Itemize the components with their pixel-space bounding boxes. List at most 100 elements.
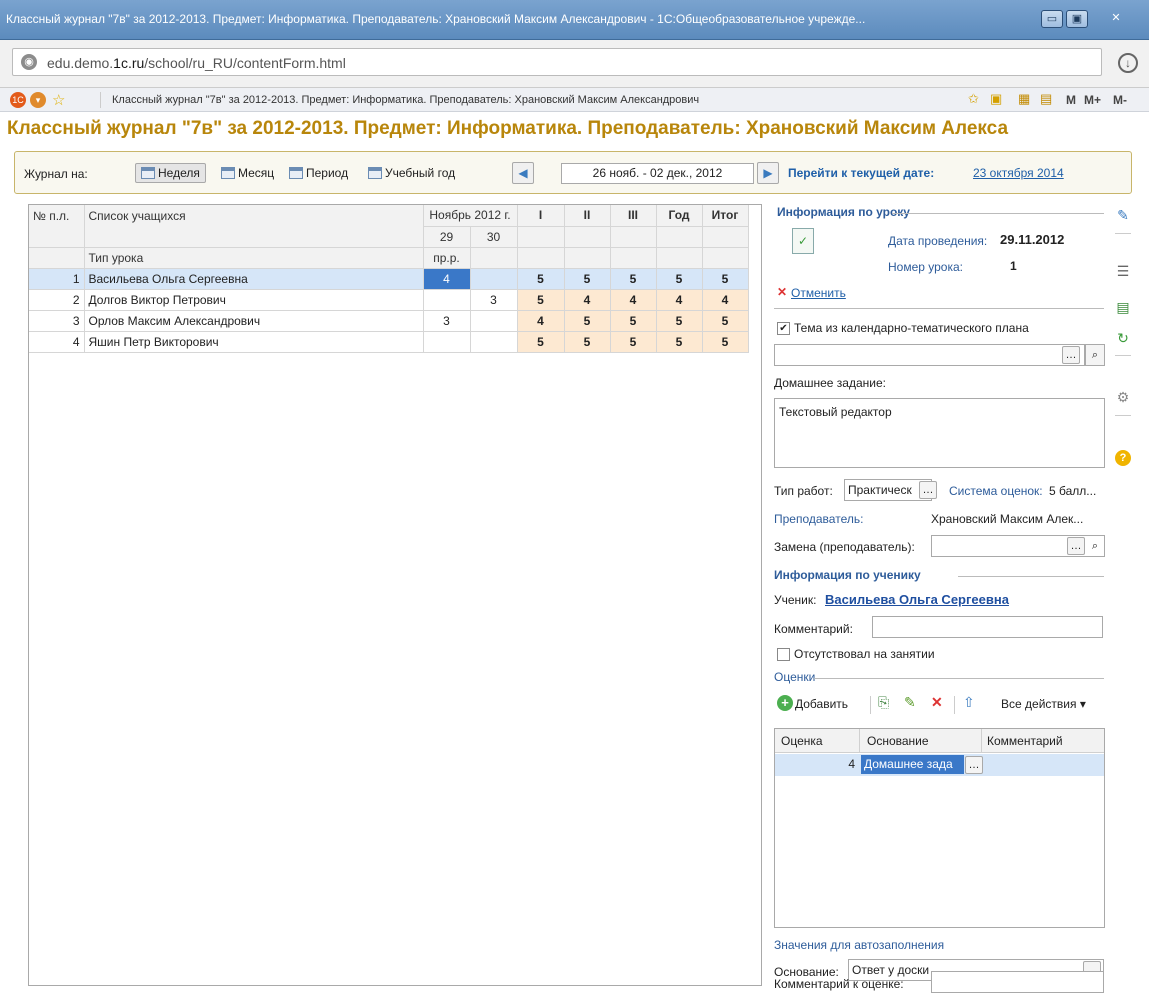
close-button[interactable]: ✕	[1091, 10, 1141, 28]
1c-logo-icon[interactable]: 1С	[10, 92, 26, 108]
divider	[774, 308, 1104, 309]
lesson-type-label: Тип урока	[84, 247, 424, 269]
grading-system-value[interactable]: 5 балл...	[1049, 484, 1107, 498]
table-row[interactable]: 2 Долгов Виктор Петрович 3 5 4 4 4 4	[29, 289, 749, 311]
cancel-link[interactable]: Отменить	[791, 286, 846, 300]
col-year-header[interactable]: Год	[656, 205, 703, 227]
calculator-icon[interactable]: ▦	[1018, 91, 1030, 107]
lesson-type-cell[interactable]: пр.р.	[423, 247, 471, 269]
student-name[interactable]: Орлов Максим Александрович	[84, 310, 424, 332]
grades-table: № п.л. Список учащихся Ноябрь 2012 г. I …	[29, 205, 749, 353]
gear-icon[interactable]: ⚙	[1115, 389, 1131, 405]
day-header[interactable]: 30	[470, 226, 518, 248]
student-name[interactable]: Долгов Виктор Петрович	[84, 289, 424, 311]
goto-current-date-link[interactable]: 23 октября 2014	[973, 166, 1064, 180]
theme-checkbox[interactable]: ✔	[777, 322, 790, 335]
col-q3-header[interactable]: III	[610, 205, 657, 227]
month-button[interactable]: Месяц	[215, 163, 280, 183]
add-icon: +	[777, 695, 793, 711]
grade-cell[interactable]	[470, 268, 518, 290]
memory-plus-button[interactable]: M+	[1084, 93, 1101, 107]
col-q1-header[interactable]: I	[517, 205, 565, 227]
col-grade-header[interactable]: Оценка	[781, 734, 823, 748]
col-final-header[interactable]: Итог	[702, 205, 749, 227]
grade-cell[interactable]	[423, 331, 471, 353]
url-input[interactable]: ◉ edu.demo.1c.ru/school/ru_RU/contentFor…	[12, 48, 1102, 76]
move-up-icon[interactable]: ⇧	[963, 694, 975, 711]
calendar-icon[interactable]: ▤	[1040, 91, 1052, 107]
search-icon[interactable]: ⌕	[1086, 537, 1104, 555]
maximize-button[interactable]: ▣	[1066, 10, 1088, 28]
table-row[interactable]: 4 Домашнее зада …	[775, 754, 1104, 776]
cancel-icon: ✕	[777, 285, 788, 299]
replacement-choose-button[interactable]: …	[1067, 537, 1085, 555]
grade-cell[interactable]	[423, 289, 471, 311]
day-header[interactable]: 29	[423, 226, 471, 248]
homework-label: Домашнее задание:	[774, 376, 886, 390]
grades-list[interactable]: Оценка Основание Комментарий 4 Домашнее …	[774, 728, 1105, 928]
grade-cell[interactable]	[470, 331, 518, 353]
date-range-field[interactable]: 26 нояб. - 02 дек., 2012	[561, 163, 754, 184]
calendar-year-icon	[368, 167, 382, 179]
week-button[interactable]: Неделя	[135, 163, 206, 183]
edit-icon[interactable]: ✎	[904, 694, 916, 711]
prev-period-button[interactable]: ◀	[512, 162, 534, 184]
add-button[interactable]: Добавить	[795, 697, 848, 711]
bookmarks-bar: 1С ▾ ☆ Классный журнал "7в" за 2012-2013…	[0, 88, 1149, 112]
table-row[interactable]: 4 Яшин Петр Викторович 5 5 5 5 5	[29, 331, 749, 353]
theme-choose-button[interactable]: …	[1062, 346, 1080, 364]
table-row[interactable]: 1 Васильева Ольга Сергеевна 4 5 5 5 5 5	[29, 268, 749, 290]
journal-grid[interactable]: № п.л. Список учащихся Ноябрь 2012 г. I …	[28, 204, 762, 986]
worktype-choose-button[interactable]: …	[919, 481, 937, 499]
memory-button[interactable]: M	[1066, 93, 1076, 107]
absent-checkbox[interactable]	[777, 648, 790, 661]
grade-value[interactable]: 4	[775, 757, 855, 771]
col-num-header[interactable]: № п.л.	[29, 205, 85, 248]
grade-cell[interactable]: 3	[423, 310, 471, 332]
col-q2-header[interactable]: II	[564, 205, 611, 227]
search-icon[interactable]: ⌕	[1085, 344, 1105, 366]
col-month-header[interactable]: Ноябрь 2012 г.	[423, 205, 518, 227]
all-actions-button[interactable]: Все действия ▾	[1001, 697, 1086, 711]
lesson-type-row: Тип урока пр.р.	[29, 247, 749, 269]
teacher-value: Храновский Максим Алек...	[931, 512, 1084, 526]
col-comment-header[interactable]: Комментарий	[987, 734, 1063, 748]
homework-textarea[interactable]: Текстовый редактор	[774, 398, 1105, 468]
next-period-button[interactable]: ▶	[757, 162, 779, 184]
grade-cell[interactable]	[470, 310, 518, 332]
refresh-icon[interactable]: ↻	[1115, 330, 1131, 346]
document-icon[interactable]: ▤	[1115, 299, 1131, 315]
student-name[interactable]: Яшин Петр Викторович	[84, 331, 424, 353]
minimize-button[interactable]: ▭	[1041, 10, 1063, 28]
favorite-star-icon[interactable]: ☆	[52, 91, 65, 109]
period-button[interactable]: Период	[283, 163, 354, 183]
school-year-button[interactable]: Учебный год	[362, 163, 461, 183]
delete-icon[interactable]: ✕	[931, 694, 943, 711]
basis-value[interactable]: Домашнее зада	[861, 755, 964, 774]
list-icon[interactable]: ☰	[1115, 263, 1131, 279]
copy-icon[interactable]: ⎘	[878, 694, 889, 711]
col-list-header[interactable]: Список учащихся	[84, 205, 424, 248]
menu-dropdown-icon[interactable]: ▾	[30, 92, 46, 108]
calendar-period-icon	[289, 167, 303, 179]
comment-field[interactable]	[872, 616, 1103, 638]
download-icon[interactable]: ↓	[1118, 53, 1138, 73]
grading-system-label: Система оценок:	[949, 484, 1043, 498]
student-name[interactable]: Васильева Ольга Сергеевна	[84, 268, 424, 290]
autofill-comment-field[interactable]	[931, 971, 1104, 993]
grade-cell[interactable]: 4	[423, 268, 471, 290]
header-row: № п.л. Список учащихся Ноябрь 2012 г. I …	[29, 205, 749, 248]
favorites-icon[interactable]: ▣	[990, 91, 1002, 107]
pin-icon[interactable]: ✎	[1115, 207, 1131, 223]
journal-toolbar: Журнал на: Неделя Месяц Период Учебный г…	[14, 151, 1132, 194]
col-basis-header[interactable]: Основание	[867, 734, 929, 748]
table-row[interactable]: 3 Орлов Максим Александрович 3 4 5 5 5 5	[29, 310, 749, 332]
student-name-link[interactable]: Васильева Ольга Сергеевна	[825, 592, 1009, 607]
help-icon[interactable]: ?	[1115, 450, 1131, 466]
basis-choose-button[interactable]: …	[965, 756, 983, 774]
theme-field[interactable]	[774, 344, 1085, 366]
grade-cell[interactable]: 3	[470, 289, 518, 311]
memory-minus-button[interactable]: M-	[1113, 93, 1127, 107]
add-favorite-icon[interactable]: ✩	[968, 91, 979, 107]
page-title: Классный журнал "7в" за 2012-2013. Предм…	[7, 118, 1009, 139]
